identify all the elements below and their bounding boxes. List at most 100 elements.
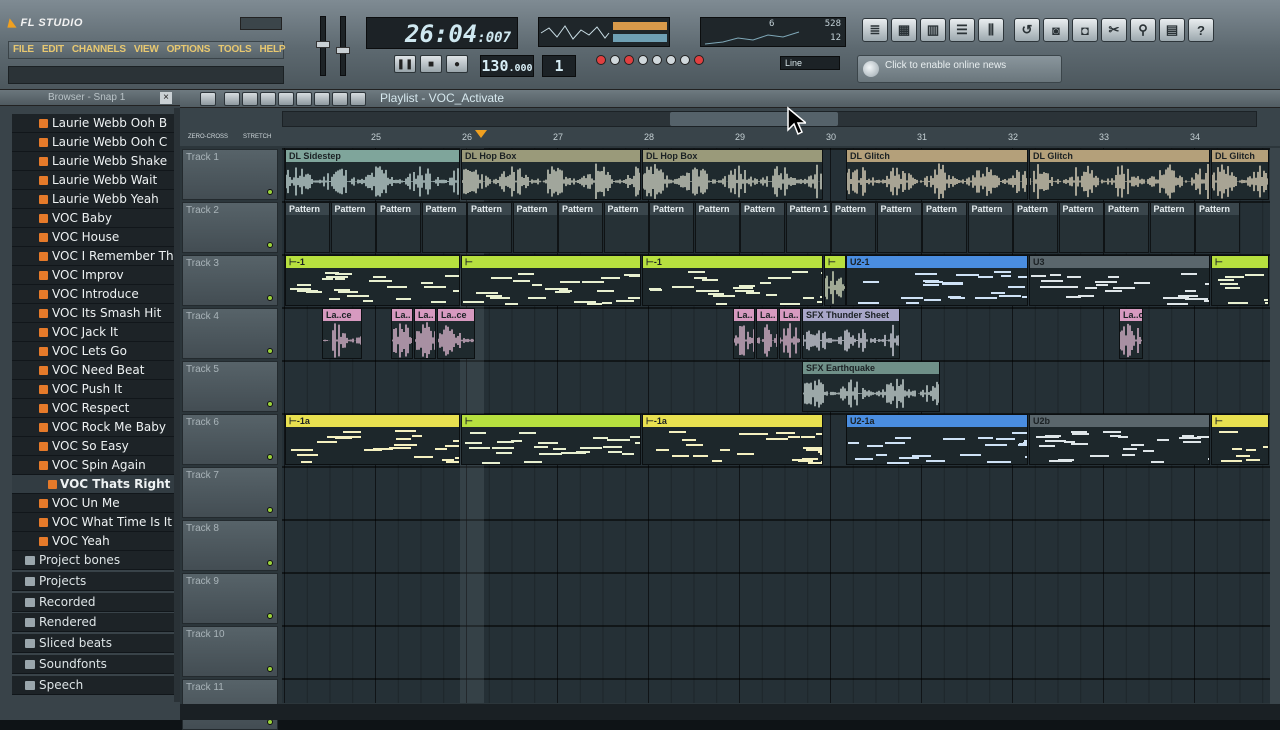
playlist-clip[interactable]: La..ce — [437, 308, 475, 359]
playlist-clip[interactable]: ⊢ — [1211, 255, 1269, 306]
online-news-panel[interactable]: Click to enable online news — [857, 55, 1062, 83]
playlist-clip[interactable]: Pattern — [967, 202, 1013, 253]
menu-edit[interactable]: EDIT — [42, 44, 64, 56]
playlist-clip[interactable]: ⊢-1a — [285, 414, 460, 465]
track-header[interactable]: Track 4 — [182, 308, 278, 359]
stop-button[interactable]: ■ — [420, 55, 442, 73]
playlist-clip[interactable]: SFX Earthquake — [802, 361, 940, 412]
menu-help[interactable]: HELP — [259, 44, 285, 56]
browser-file-item[interactable]: VOC Spin Again — [12, 456, 174, 475]
track-mute-led[interactable] — [267, 348, 273, 354]
playlist-clip[interactable]: U2b — [1029, 414, 1210, 465]
playlist-clip[interactable]: Pattern — [467, 202, 512, 253]
zero-cross-toggle[interactable]: ZERO-CROSS — [188, 134, 228, 140]
browser-file-item[interactable]: VOC Thats Right — [12, 475, 174, 494]
track-mute-led[interactable] — [267, 507, 273, 513]
save-icon[interactable]: ◙ — [1043, 18, 1069, 42]
playlist-clip[interactable]: La.. — [414, 308, 436, 359]
playlist-clip[interactable]: Pattern — [285, 202, 330, 253]
playlist-clip[interactable]: U2-1 — [846, 255, 1028, 306]
playlist-clip[interactable]: Pattern — [876, 202, 922, 253]
browser-folder-item[interactable]: Speech — [12, 675, 174, 695]
render-icon[interactable]: ◘ — [1072, 18, 1098, 42]
playlist-clip[interactable]: Pattern — [1149, 202, 1195, 253]
playlist-clip[interactable]: Pattern — [603, 202, 649, 253]
tempo-display[interactable]: 130.000 — [480, 55, 534, 77]
browser-file-item[interactable]: VOC Its Smash Hit — [12, 304, 174, 323]
playlist-vscrollbar[interactable] — [1270, 148, 1280, 704]
browser-file-item[interactable]: Laurie Webb Wait — [12, 171, 174, 190]
browser-folder-item[interactable]: Project bones — [12, 551, 174, 570]
track-mute-led[interactable] — [267, 295, 273, 301]
playlist-clip[interactable]: La..ce — [322, 308, 362, 359]
pattern-number[interactable]: 1 — [542, 55, 576, 77]
track-mute-led[interactable] — [267, 613, 273, 619]
playlist-clip[interactable]: Pattern — [922, 202, 967, 253]
track-mute-led[interactable] — [267, 189, 273, 195]
browser-file-item[interactable]: VOC Rock Me Baby — [12, 418, 174, 437]
browser-file-item[interactable]: VOC Respect — [12, 399, 174, 418]
playlist-clip[interactable]: Pattern — [1013, 202, 1058, 253]
zoom-tool-icon[interactable] — [350, 92, 366, 106]
loop-rec-icon[interactable] — [680, 55, 690, 65]
track-header[interactable]: Track 9 — [182, 573, 278, 624]
song-mode-icon[interactable] — [694, 55, 704, 65]
snap-select[interactable]: Line — [780, 56, 840, 70]
window-controls[interactable] — [240, 17, 282, 30]
track-header[interactable]: Track 7 — [182, 467, 278, 518]
mixer-icon[interactable]: ⫼ — [978, 18, 1004, 42]
track-mute-led[interactable] — [267, 401, 273, 407]
step-sequencer-icon[interactable]: ▦ — [891, 18, 917, 42]
menu-file[interactable]: FILE — [13, 44, 34, 56]
browser-folder-item[interactable]: Projects — [12, 571, 174, 591]
playlist-clip[interactable]: ⊢ — [461, 414, 641, 465]
playlist-clip[interactable]: Pattern — [1058, 202, 1104, 253]
track-mute-led[interactable] — [267, 666, 273, 672]
playlist-clip[interactable]: La.. — [779, 308, 801, 359]
wait-input-icon[interactable] — [652, 55, 662, 65]
song-position-display[interactable]: 26:04:007 — [366, 17, 518, 49]
playlist-clip[interactable]: Pattern — [740, 202, 785, 253]
playlist-clip[interactable]: La.. — [756, 308, 778, 359]
song-position-marker[interactable] — [475, 130, 487, 138]
browser-file-item[interactable]: VOC Need Beat — [12, 361, 174, 380]
browser-file-item[interactable]: VOC Un Me — [12, 494, 174, 513]
timeline-scroll-thumb[interactable] — [670, 112, 838, 126]
track-mute-led[interactable] — [267, 454, 273, 460]
playlist-clip[interactable]: ⊢-1 — [642, 255, 823, 306]
browser-file-item[interactable]: Laurie Webb Ooh C — [12, 133, 174, 152]
track-mute-led[interactable] — [267, 242, 273, 248]
track-header[interactable]: Track 6 — [182, 414, 278, 465]
mute-tool-icon[interactable] — [278, 92, 294, 106]
playlist-clip[interactable]: DL Hop Box — [642, 149, 823, 200]
menu-options[interactable]: OPTIONS — [167, 44, 211, 56]
playlist-clip[interactable]: Pattern — [649, 202, 694, 253]
browser-file-item[interactable]: Laurie Webb Yeah — [12, 190, 174, 209]
playlist-clip[interactable]: La.. — [391, 308, 413, 359]
tools-icon[interactable]: ✂ — [1101, 18, 1127, 42]
browser-icon[interactable]: ☰ — [949, 18, 975, 42]
step-rec-icon[interactable] — [624, 55, 634, 65]
stretch-toggle[interactable]: STRETCH — [243, 134, 271, 140]
playlist-clip[interactable]: DL Glitch — [846, 149, 1028, 200]
paint-tool-icon[interactable] — [242, 92, 258, 106]
piano-roll-icon[interactable]: ▥ — [920, 18, 946, 42]
browser-file-item[interactable]: VOC Introduce — [12, 285, 174, 304]
select-tool-icon[interactable] — [332, 92, 348, 106]
browser-file-item[interactable]: VOC Jack It — [12, 323, 174, 342]
browser-file-item[interactable]: VOC House — [12, 228, 174, 247]
playlist-clip[interactable]: ⊢ — [1211, 414, 1269, 465]
menu-channels[interactable]: CHANNELS — [72, 44, 126, 56]
playlist-clip[interactable]: U3 — [1029, 255, 1210, 306]
playlist-clip[interactable]: Pattern — [512, 202, 558, 253]
playlist-clip[interactable]: DL Sidestep — [285, 149, 460, 200]
track-header[interactable]: Track 1 — [182, 149, 278, 200]
playlist-clip[interactable]: Pattern — [1195, 202, 1240, 253]
browser-file-item[interactable]: VOC Improv — [12, 266, 174, 285]
slip-tool-icon[interactable] — [296, 92, 312, 106]
playlist-clip[interactable]: U2-1a — [846, 414, 1028, 465]
playlist-title[interactable]: Playlist - VOC_Activate — [380, 91, 504, 105]
undo-icon[interactable]: ↺ — [1014, 18, 1040, 42]
browser-folder-item[interactable]: Soundfonts — [12, 655, 174, 674]
browser-file-item[interactable]: Laurie Webb Shake — [12, 152, 174, 171]
